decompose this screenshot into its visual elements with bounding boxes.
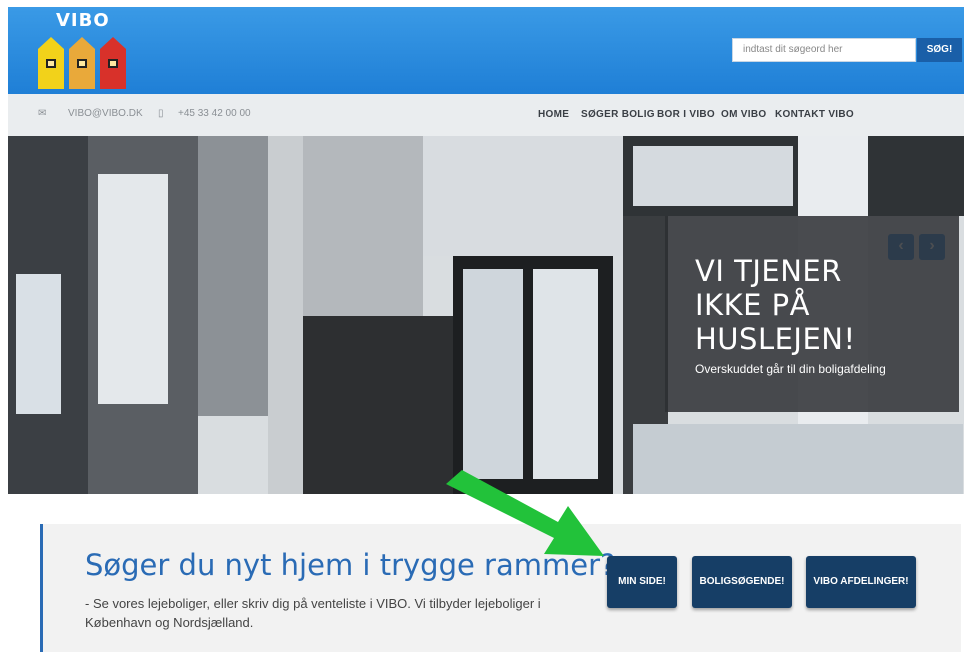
slide-subtitle: Overskuddet går til din boligafdeling: [695, 362, 886, 376]
site-header: VIBO indtast dit søgeord her SØG!: [8, 7, 964, 94]
green-arrow-icon: [446, 470, 604, 556]
callout-text: - Se vores lejeboliger, eller skriv dig …: [85, 596, 541, 630]
logo-houses[interactable]: [38, 7, 128, 94]
slide-caption: VI TJENER IKKE PÅ HUSLEJEN! Overskuddet …: [665, 216, 959, 412]
nav-soger-bolig[interactable]: SØGER BOLIG: [581, 109, 655, 120]
yellow-house-icon: [38, 37, 64, 89]
phone-icon: ▯: [158, 108, 164, 119]
contact-email[interactable]: VIBO@VIBO.DK: [68, 108, 143, 119]
nav-kontakt-vibo[interactable]: KONTAKT VIBO: [775, 109, 854, 120]
contact-nav-bar: ✉ VIBO@VIBO.DK ▯ +45 33 42 00 00 HOME SØ…: [8, 94, 964, 136]
contact-phone[interactable]: +45 33 42 00 00: [178, 108, 251, 119]
hero-slider: ✉ VIBO@VIBO.DK ▯ +45 33 42 00 00 HOME SØ…: [8, 94, 964, 494]
nav-home[interactable]: HOME: [538, 109, 569, 120]
search-input[interactable]: indtast dit søgeord her: [732, 38, 916, 62]
min-side-button[interactable]: MIN SIDE!: [607, 556, 677, 608]
search-button[interactable]: SØG!: [917, 38, 962, 62]
orange-house-icon: [69, 37, 95, 89]
nav-bor-i-vibo[interactable]: BOR I VIBO: [657, 109, 715, 120]
red-house-icon: [100, 37, 126, 89]
email-icon: ✉: [38, 108, 47, 119]
nav-om-vibo[interactable]: OM VIBO: [721, 109, 766, 120]
boligsogende-button[interactable]: BOLIGSØGENDE!: [692, 556, 792, 608]
slide-title: VI TJENER IKKE PÅ HUSLEJEN!: [695, 254, 856, 356]
vibo-afdelinger-button[interactable]: VIBO AFDELINGER!: [806, 556, 916, 608]
